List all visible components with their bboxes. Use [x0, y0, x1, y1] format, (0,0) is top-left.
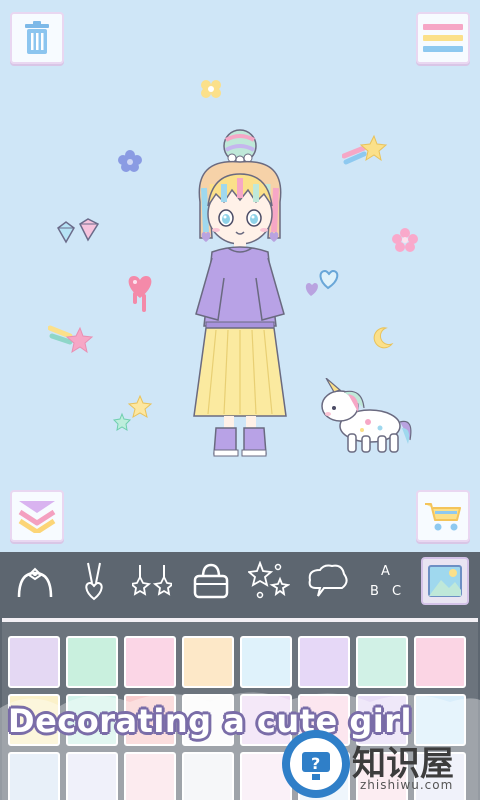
menu-button[interactable] — [416, 12, 470, 64]
headband-icon — [18, 567, 53, 598]
trash-icon — [25, 21, 49, 54]
shooting-star-sticker[interactable] — [342, 134, 388, 168]
cart-button[interactable] — [416, 490, 470, 542]
play-area — [0, 0, 480, 552]
hearts-sticker[interactable] — [302, 268, 342, 298]
letter-a: A — [381, 564, 390, 579]
svg-text:?: ? — [311, 754, 320, 773]
tool-speech[interactable] — [304, 557, 352, 605]
tool-bag[interactable] — [187, 557, 235, 605]
moon-sticker[interactable] — [372, 326, 394, 350]
tool-background[interactable] — [420, 557, 469, 605]
layers-chevron-icon — [18, 501, 56, 533]
bag-icon — [193, 563, 228, 599]
shooting-star-sticker[interactable] — [48, 322, 94, 356]
letter-b: B — [370, 584, 379, 599]
necklace-icon — [85, 562, 103, 601]
trash-button[interactable] — [10, 12, 64, 64]
flower-sticker[interactable] — [198, 78, 224, 100]
watermark-url: zhishiwu.com — [360, 778, 454, 792]
tool-letters[interactable]: A B C — [362, 557, 410, 605]
girl-character[interactable] — [178, 128, 302, 462]
speech-bubble-icon — [308, 564, 348, 597]
background-icon — [427, 565, 462, 597]
category-toolbar: A B C — [0, 552, 480, 610]
cart-icon — [425, 503, 461, 531]
letter-c: C — [392, 584, 401, 599]
letters-icon: A B C — [370, 564, 401, 599]
tool-necklace[interactable] — [70, 557, 118, 605]
unicorn-sticker[interactable] — [318, 378, 414, 458]
menu-icon — [423, 24, 463, 52]
flower-sticker[interactable] — [392, 228, 418, 252]
tool-stickers[interactable] — [245, 557, 293, 605]
earrings-icon — [132, 565, 173, 596]
stars-sticker[interactable] — [112, 394, 154, 434]
gem-sticker[interactable] — [54, 218, 104, 248]
tool-earrings[interactable] — [128, 557, 176, 605]
tool-headband[interactable] — [11, 557, 59, 605]
flower-sticker[interactable] — [118, 150, 142, 172]
melting-heart-sticker[interactable] — [124, 272, 156, 316]
layers-button[interactable] — [10, 490, 64, 542]
sparkles-icon — [248, 561, 291, 599]
